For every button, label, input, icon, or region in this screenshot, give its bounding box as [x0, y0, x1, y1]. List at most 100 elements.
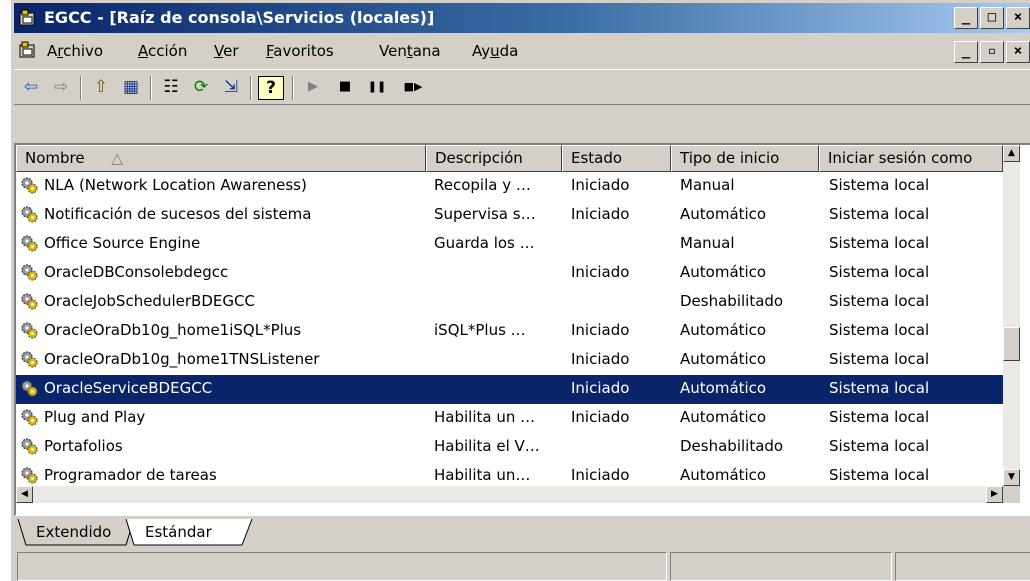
table-row[interactable]: Plug and Play Habilita un … Iniciado Automá… — [16, 404, 1003, 433]
cell-iniciar-sesion: Sistema local — [829, 205, 930, 223]
vertical-scrollbar[interactable]: ▲ ▼ — [1003, 145, 1020, 486]
table-row[interactable]: OracleJobSchedulerBDEGCC Deshabilitado Sis… — [16, 288, 1003, 317]
close-button[interactable]: × — [1006, 7, 1030, 29]
cell-tipo-inicio: Automático — [680, 321, 767, 339]
child-restore-button[interactable]: ▫ — [980, 41, 1004, 63]
document-menu-icon[interactable] — [18, 40, 38, 60]
column-header-row: Nombre △ Descripción Estado Tipo de inic… — [16, 145, 1016, 172]
menu-bar: Archivo Acción Ver Favoritos Ventana Ayu… — [14, 37, 1030, 65]
cell-iniciar-sesion: Sistema local — [829, 263, 930, 281]
child-minimize-button[interactable]: _ — [954, 41, 978, 63]
scroll-up-icon[interactable]: ▲ — [1003, 145, 1020, 162]
cell-nombre: OracleDBConsolebdegcc — [44, 263, 229, 281]
table-row[interactable]: OracleOraDb10g_home1TNSListener Iniciado A… — [16, 346, 1003, 375]
cell-estado: Iniciado — [571, 321, 630, 339]
table-row[interactable]: Notificación de sucesos del sistema Super… — [16, 201, 1003, 230]
menu-label: Ver — [214, 42, 239, 60]
status-pane-main — [17, 552, 667, 581]
child-close-button[interactable]: × — [1006, 41, 1030, 63]
services-list: Nombre △ Descripción Estado Tipo de inic… — [14, 143, 1030, 516]
mmc-window: EGCC - [Raíz de consola\Servicios (local… — [10, 0, 1030, 581]
properties-icon[interactable]: ☷ — [158, 76, 184, 100]
cell-nombre: Programador de tareas — [44, 466, 217, 484]
status-bar — [14, 549, 1030, 581]
scroll-down-icon[interactable]: ▼ — [1003, 469, 1020, 486]
refresh-icon[interactable]: ⟳ — [188, 76, 214, 100]
horizontal-scrollbar[interactable]: ◀ ▶ — [16, 486, 1003, 503]
vertical-scroll-thumb[interactable] — [1003, 327, 1020, 361]
cell-estado: Iniciado — [571, 466, 630, 484]
up-one-level-icon[interactable]: ⇧ — [88, 76, 114, 100]
cell-iniciar-sesion: Sistema local — [829, 350, 930, 368]
table-row[interactable]: OracleDBConsolebdegcc Iniciado Automático S… — [16, 259, 1003, 288]
scroll-right-icon[interactable]: ▶ — [986, 486, 1003, 503]
cell-iniciar-sesion: Sistema local — [829, 466, 930, 484]
menu-label: Ventana — [379, 42, 441, 60]
toolbar-separator — [150, 76, 152, 100]
column-header-descripcion[interactable]: Descripción — [426, 145, 562, 172]
menu-accion[interactable]: Acción — [138, 42, 187, 60]
stop-service-icon[interactable]: ■ — [332, 76, 358, 100]
table-row[interactable]: OracleOraDb10g_home1iSQL*Plus iSQL*Plus …… — [16, 317, 1003, 346]
table-row[interactable]: OracleServiceBDEGCC Iniciado Automático Sis… — [16, 375, 1003, 404]
service-gear-icon — [19, 233, 39, 253]
service-gear-icon — [19, 320, 39, 340]
menu-label: Favoritos — [266, 42, 334, 60]
column-header-nombre[interactable]: Nombre △ — [16, 145, 426, 172]
menu-ayuda[interactable]: Ayuda — [472, 42, 518, 60]
status-pane-2 — [670, 552, 892, 581]
scroll-left-icon[interactable]: ◀ — [16, 486, 33, 503]
cell-iniciar-sesion: Sistema local — [829, 379, 930, 397]
cell-estado: Iniciado — [571, 176, 630, 194]
menu-favoritos[interactable]: Favoritos — [266, 42, 334, 60]
menu-archivo[interactable]: Archivo — [47, 42, 103, 60]
cell-tipo-inicio: Automático — [680, 205, 767, 223]
cell-estado: Iniciado — [571, 350, 630, 368]
cell-tipo-inicio: Manual — [680, 234, 735, 252]
service-gear-icon — [19, 436, 39, 456]
service-gear-icon — [19, 175, 39, 195]
cell-nombre: OracleJobSchedulerBDEGCC — [44, 292, 255, 310]
cell-iniciar-sesion: Sistema local — [829, 408, 930, 426]
cell-iniciar-sesion: Sistema local — [829, 437, 930, 455]
cell-estado: Iniciado — [571, 205, 630, 223]
service-gear-icon — [19, 262, 39, 282]
cell-nombre: Portafolios — [44, 437, 123, 455]
cell-descripcion: iSQL*Plus … — [434, 321, 526, 339]
column-header-iniciar-sesion[interactable]: Iniciar sesión como — [819, 145, 1003, 172]
cell-iniciar-sesion: Sistema local — [829, 292, 930, 310]
toolbar-separator — [250, 76, 252, 100]
menu-ventana[interactable]: Ventana — [379, 42, 441, 60]
cell-tipo-inicio: Automático — [680, 350, 767, 368]
back-icon[interactable]: ⇦ — [18, 76, 44, 100]
forward-icon[interactable]: ⇨ — [48, 76, 74, 100]
cell-nombre: NLA (Network Location Awareness) — [44, 176, 307, 194]
minimize-button[interactable]: _ — [954, 7, 978, 29]
table-row[interactable]: Portafolios Habilita el V… Deshabilitado Si… — [16, 433, 1003, 462]
cell-tipo-inicio: Automático — [680, 263, 767, 281]
cell-iniciar-sesion: Sistema local — [829, 176, 930, 194]
cell-estado: Iniciado — [571, 263, 630, 281]
menu-ver[interactable]: Ver — [214, 42, 239, 60]
table-row[interactable]: Office Source Engine Guarda los … Manual Si… — [16, 230, 1003, 259]
service-gear-icon — [19, 378, 39, 398]
column-header-estado[interactable]: Estado — [562, 145, 671, 172]
column-header-tipo-inicio[interactable]: Tipo de inicio — [671, 145, 819, 172]
sort-ascending-icon: △ — [111, 149, 123, 167]
title-bar[interactable]: EGCC - [Raíz de consola\Servicios (local… — [14, 3, 1030, 33]
cell-descripcion: Habilita el V… — [434, 437, 540, 455]
cell-descripcion: Supervisa s… — [434, 205, 536, 223]
cell-iniciar-sesion: Sistema local — [829, 234, 930, 252]
export-list-icon[interactable]: ⇲ — [218, 76, 244, 100]
toolbar-separator — [80, 76, 82, 100]
start-service-icon[interactable]: ▶ — [300, 76, 326, 100]
maximize-button[interactable]: □ — [980, 7, 1004, 29]
show-hide-tree-icon[interactable]: ▦ — [118, 76, 144, 100]
table-row[interactable]: NLA (Network Location Awareness) Recopila… — [16, 172, 1003, 201]
table-row[interactable]: Programador de tareas Habilita un… Iniciad… — [16, 462, 1003, 486]
cell-iniciar-sesion: Sistema local — [829, 321, 930, 339]
help-icon[interactable]: ? — [258, 76, 284, 100]
restart-service-icon[interactable]: ■▶ — [396, 76, 430, 100]
pause-service-icon[interactable]: ❚❚ — [364, 76, 390, 100]
service-gear-icon — [19, 291, 39, 311]
